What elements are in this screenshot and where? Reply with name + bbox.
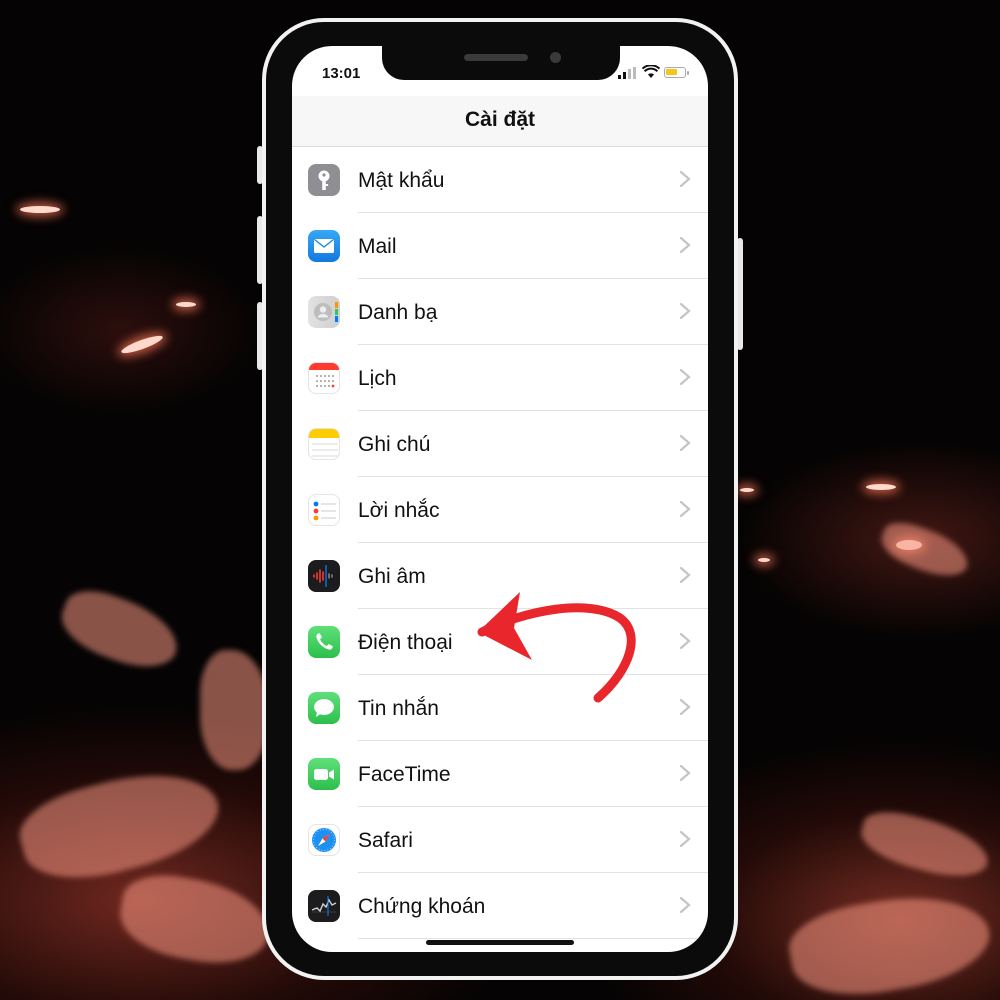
wifi-icon: [642, 65, 660, 78]
page-title: Cài đặt: [464, 108, 535, 131]
home-indicator[interactable]: [426, 940, 574, 945]
notch: [382, 40, 620, 80]
row-label: Lịch: [358, 367, 397, 390]
phone-screen: 13:01 Cài đặt Mật khẩu Mail Danh bạ Lịch…: [292, 46, 708, 952]
settings-row-mail[interactable]: Mail: [292, 213, 708, 279]
row-label: Lời nhắc: [358, 499, 440, 522]
chevron-right-icon: [679, 698, 691, 716]
chevron-right-icon: [679, 368, 691, 386]
settings-row-contacts[interactable]: Danh bạ: [292, 279, 708, 345]
chevron-right-icon: [679, 500, 691, 518]
messages-icon: [308, 692, 340, 724]
chevron-right-icon: [679, 302, 691, 320]
row-label: Chứng khoán: [358, 895, 486, 918]
notes-icon: [308, 428, 340, 460]
row-label: Ghi âm: [358, 565, 426, 588]
row-label: Điện thoại: [358, 631, 453, 654]
safari-icon: [308, 824, 340, 856]
chevron-right-icon: [679, 434, 691, 452]
chevron-right-icon: [679, 764, 691, 782]
earpiece-speaker: [464, 54, 528, 61]
annotation-arrow-icon: [477, 592, 636, 703]
cellular-signal-icon: [618, 67, 636, 79]
row-label: Danh bạ: [358, 301, 438, 324]
key-icon: [308, 164, 340, 196]
battery-icon: [664, 67, 689, 78]
settings-row-passwords[interactable]: Mật khẩu: [292, 147, 708, 213]
status-time: 13:01: [322, 65, 361, 82]
row-label: Mật khẩu: [358, 169, 445, 192]
row-label: FaceTime: [358, 763, 451, 786]
settings-row-facetime[interactable]: FaceTime: [292, 741, 708, 807]
mail-icon: [308, 230, 340, 262]
phone-icon: [308, 626, 340, 658]
contacts-icon: [308, 296, 340, 328]
settings-row-reminders[interactable]: Lời nhắc: [292, 477, 708, 543]
row-label: Tin nhắn: [358, 697, 439, 720]
chevron-right-icon: [679, 170, 691, 188]
reminders-icon: [308, 494, 340, 526]
chevron-right-icon: [679, 896, 691, 914]
settings-row-notes[interactable]: Ghi chú: [292, 411, 708, 477]
facetime-icon: [308, 758, 340, 790]
settings-row-calendar[interactable]: Lịch: [292, 345, 708, 411]
front-camera: [550, 52, 561, 63]
calendar-icon: [308, 362, 340, 394]
settings-row-stocks[interactable]: Chứng khoán: [292, 873, 708, 939]
stocks-icon: [308, 890, 340, 922]
chevron-right-icon: [679, 830, 691, 848]
voice-memos-icon: [308, 560, 340, 592]
settings-list: Mật khẩu Mail Danh bạ Lịch Ghi chú Lời n…: [292, 147, 708, 952]
navigation-bar: Cài đặt: [292, 96, 708, 147]
row-label: Ghi chú: [358, 433, 431, 456]
settings-row-safari[interactable]: Safari: [292, 807, 708, 873]
row-label: Mail: [358, 235, 397, 258]
chevron-right-icon: [679, 632, 691, 650]
chevron-right-icon: [679, 566, 691, 584]
chevron-right-icon: [679, 236, 691, 254]
row-label: Safari: [358, 829, 413, 852]
